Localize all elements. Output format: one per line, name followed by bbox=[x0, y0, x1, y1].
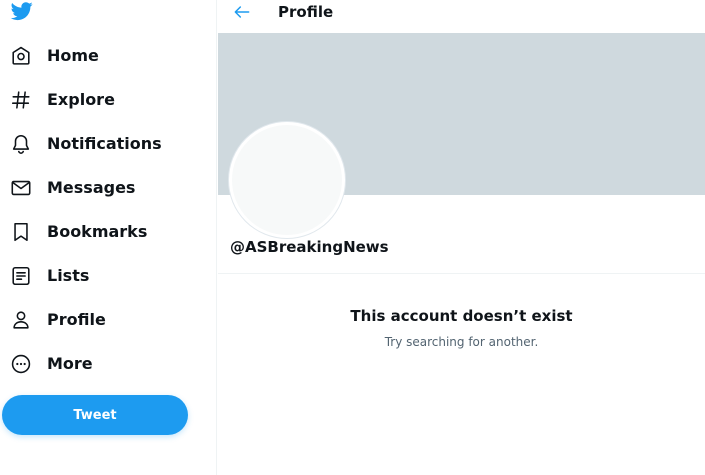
sidebar-item-label: Explore bbox=[47, 90, 115, 109]
sidebar-item-label: Lists bbox=[47, 266, 90, 285]
home-icon bbox=[12, 46, 30, 65]
sidebar-item-label: Messages bbox=[47, 178, 136, 197]
sidebar-item-messages[interactable]: Messages bbox=[0, 170, 210, 206]
sidebar-item-lists[interactable]: Lists bbox=[0, 258, 210, 294]
sidebar-item-bookmarks[interactable]: Bookmarks bbox=[0, 214, 210, 250]
sidebar-item-label: Notifications bbox=[47, 134, 162, 153]
envelope-icon bbox=[11, 180, 31, 196]
sidebar-item-notifications[interactable]: Notifications bbox=[0, 126, 210, 162]
avatar[interactable] bbox=[229, 122, 345, 238]
page-title: Profile bbox=[278, 3, 334, 21]
sidebar: Home Explore Notifications Messages Book… bbox=[0, 0, 217, 475]
profile-handle: @ASBreakingNews bbox=[230, 238, 389, 256]
more-circle-icon bbox=[11, 354, 31, 374]
back-arrow-icon[interactable] bbox=[232, 2, 252, 22]
bell-icon bbox=[12, 134, 30, 154]
empty-state-title: This account doesn’t exist bbox=[350, 307, 573, 325]
list-icon bbox=[12, 266, 30, 286]
bookmark-icon bbox=[14, 222, 28, 242]
person-icon bbox=[13, 311, 29, 329]
empty-state-subtitle: Try searching for another. bbox=[384, 335, 539, 349]
sidebar-item-label: Home bbox=[47, 46, 99, 65]
sidebar-item-home[interactable]: Home bbox=[0, 38, 210, 74]
profile-header: Profile bbox=[218, 0, 705, 33]
main-column: Profile @ASBreakingNews This account doe… bbox=[218, 0, 705, 475]
twitter-logo-icon[interactable] bbox=[10, 0, 34, 22]
tweet-button[interactable]: Tweet bbox=[2, 395, 188, 435]
hashtag-icon bbox=[11, 91, 30, 109]
sidebar-item-profile[interactable]: Profile bbox=[0, 302, 210, 338]
sidebar-item-explore[interactable]: Explore bbox=[0, 82, 210, 118]
sidebar-item-label: Bookmarks bbox=[47, 222, 148, 241]
sidebar-item-more[interactable]: More bbox=[0, 346, 210, 382]
divider bbox=[218, 273, 705, 274]
sidebar-item-label: More bbox=[47, 354, 93, 373]
sidebar-item-label: Profile bbox=[47, 310, 106, 329]
